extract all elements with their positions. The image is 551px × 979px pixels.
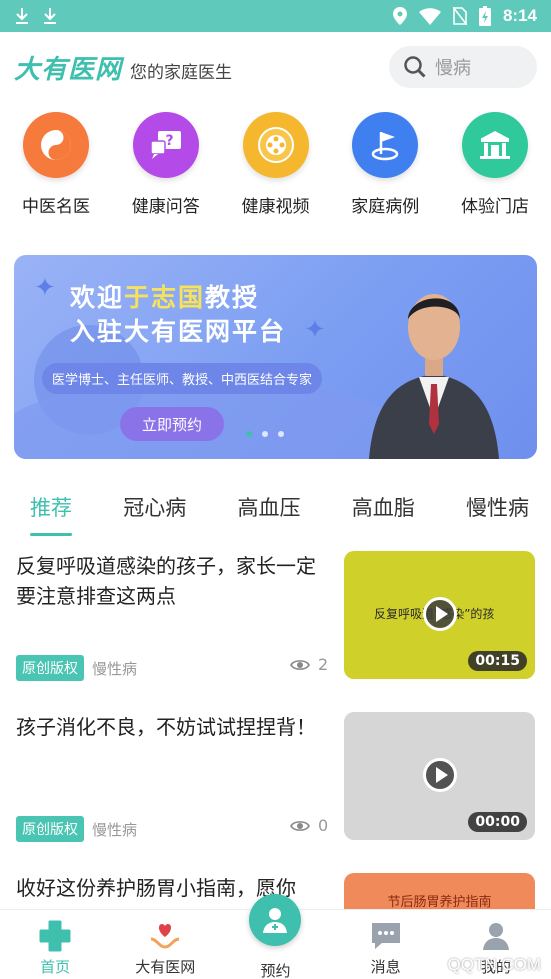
nav-label: 大有医网: [135, 958, 196, 976]
category-label: 体验门店: [461, 197, 529, 217]
article-meta: 原创版权 慢性病: [16, 655, 137, 681]
category-tcm-doctors[interactable]: 中医名医: [12, 112, 100, 232]
category-label: 健康视频: [241, 197, 310, 217]
tab-coronary[interactable]: 冠心病: [123, 482, 186, 536]
storefront-icon: [462, 112, 528, 178]
wifi-icon: [418, 7, 441, 25]
video-thumbnail[interactable]: 反复呼吸道“感染”的孩 00:15: [344, 551, 535, 679]
message-icon: [370, 918, 402, 954]
eye-icon: [290, 659, 310, 670]
category-label: 家庭病例: [351, 197, 420, 217]
nav-label: 预约: [260, 962, 291, 979]
banner-title-suffix: 教授: [205, 283, 260, 312]
status-time: 8:14: [502, 6, 537, 25]
article-item[interactable]: 反复呼吸道感染的孩子，家长一定要注意排查这两点 原创版权 慢性病 2 反复呼吸道…: [0, 551, 551, 711]
view-count: 2: [290, 655, 328, 674]
svg-text:?: ?: [165, 133, 173, 149]
original-badge: 原创版权: [16, 816, 84, 842]
battery-charging-icon: [478, 6, 491, 26]
video-thumbnail[interactable]: 00:00: [344, 712, 535, 840]
user-icon: [481, 918, 511, 954]
pagination-dot[interactable]: [246, 431, 252, 437]
category-shortcuts: 中医名医 ? 健康问答 健康视频 家庭病例 体验门店: [0, 102, 551, 232]
thumbnail-caption: 节后肠胃养护指南: [387, 895, 492, 909]
yin-yang-icon: [23, 112, 89, 178]
heart-hands-icon: [148, 918, 182, 954]
video-duration: 00:15: [468, 651, 527, 671]
nav-appointment[interactable]: 预约: [225, 894, 325, 979]
category-family-cases[interactable]: 家庭病例: [341, 112, 429, 232]
tab-recommended[interactable]: 推荐: [30, 482, 72, 536]
banner-title-prefix: 欢迎: [70, 283, 125, 312]
star-icon: ✦: [34, 273, 56, 303]
video-thumbnail[interactable]: 节后肠胃养护指南: [344, 873, 535, 909]
view-count-value: 0: [318, 816, 329, 835]
location-icon: [392, 7, 407, 25]
category-label: 中医名医: [22, 197, 90, 217]
watermark: QQTN.COM: [447, 955, 542, 974]
brand: 大有医网 您的家庭医生: [14, 49, 232, 86]
play-icon[interactable]: [423, 758, 457, 792]
article-title[interactable]: 反复呼吸道感染的孩子，家长一定要注意排查这两点: [16, 551, 332, 611]
pagination-dot[interactable]: [278, 431, 284, 437]
category-stores[interactable]: 体验门店: [451, 112, 539, 232]
doctor-portrait: [369, 294, 499, 459]
download-icon: [44, 8, 56, 24]
search-icon: [404, 56, 426, 78]
banner-subtitle: 医学博士、主任医师、教授、中西医结合专家: [42, 363, 323, 394]
pagination-dot[interactable]: [262, 431, 268, 437]
search-placeholder: 慢病: [435, 58, 471, 79]
app-logo[interactable]: 大有医网: [14, 49, 122, 86]
status-bar: 8:14: [0, 0, 551, 32]
category-health-qa[interactable]: ? 健康问答: [122, 112, 210, 232]
view-count-value: 2: [318, 655, 329, 674]
flag-pin-icon: [352, 112, 419, 178]
article-category: 慢性病: [92, 820, 138, 839]
star-icon: ✦: [304, 315, 326, 345]
category-label: 健康问答: [131, 197, 200, 217]
search-input[interactable]: 慢病: [389, 46, 537, 88]
nav-label: 首页: [40, 958, 71, 976]
nav-label: 消息: [370, 958, 401, 976]
play-icon[interactable]: [423, 597, 457, 631]
doctor-icon: [249, 894, 302, 946]
category-health-video[interactable]: 健康视频: [232, 112, 320, 232]
banner-title-line2: 入驻大有医网平台: [70, 317, 287, 346]
book-now-button[interactable]: 立即预约: [120, 407, 224, 441]
original-badge: 原创版权: [16, 655, 84, 681]
article-item[interactable]: 孩子消化不良，不妨试试捏捏背！ 原创版权 慢性病 0 00:00: [0, 712, 551, 872]
app-header: 大有医网 您的家庭医生 慢病: [0, 32, 551, 102]
article-meta: 原创版权 慢性病: [16, 816, 137, 842]
banner-title: 欢迎于志国教授 入驻大有医网平台: [70, 281, 286, 349]
medical-cross-icon: [39, 918, 71, 954]
eye-icon: [290, 820, 310, 831]
question-chat-icon: ?: [132, 112, 199, 178]
tab-hyperlipidemia[interactable]: 高血脂: [352, 482, 415, 536]
tab-hypertension[interactable]: 高血压: [238, 482, 301, 536]
nav-home[interactable]: 首页: [5, 910, 105, 979]
film-reel-icon: [242, 112, 309, 178]
article-category: 慢性病: [92, 659, 138, 678]
article-title[interactable]: 孩子消化不良，不妨试试捏捏背！: [16, 712, 332, 742]
promo-banner[interactable]: ✦ ✦ 欢迎于志国教授 入驻大有医网平台 医学博士、主任医师、教授、中西医结合专…: [14, 255, 537, 459]
app-tagline: 您的家庭医生: [130, 62, 233, 83]
topic-tabs: 推荐 冠心病 高血压 高血脂 慢性病: [0, 482, 551, 536]
banner-title-name: 于志国: [124, 283, 206, 312]
nav-dayou[interactable]: 大有医网: [115, 910, 215, 979]
no-sim-icon: [452, 7, 467, 25]
tab-chronic[interactable]: 慢性病: [466, 482, 529, 536]
nav-messages[interactable]: 消息: [336, 910, 436, 979]
video-duration: 00:00: [468, 812, 527, 832]
download-icon: [16, 8, 28, 24]
banner-pagination: [246, 431, 284, 437]
view-count: 0: [290, 816, 328, 835]
